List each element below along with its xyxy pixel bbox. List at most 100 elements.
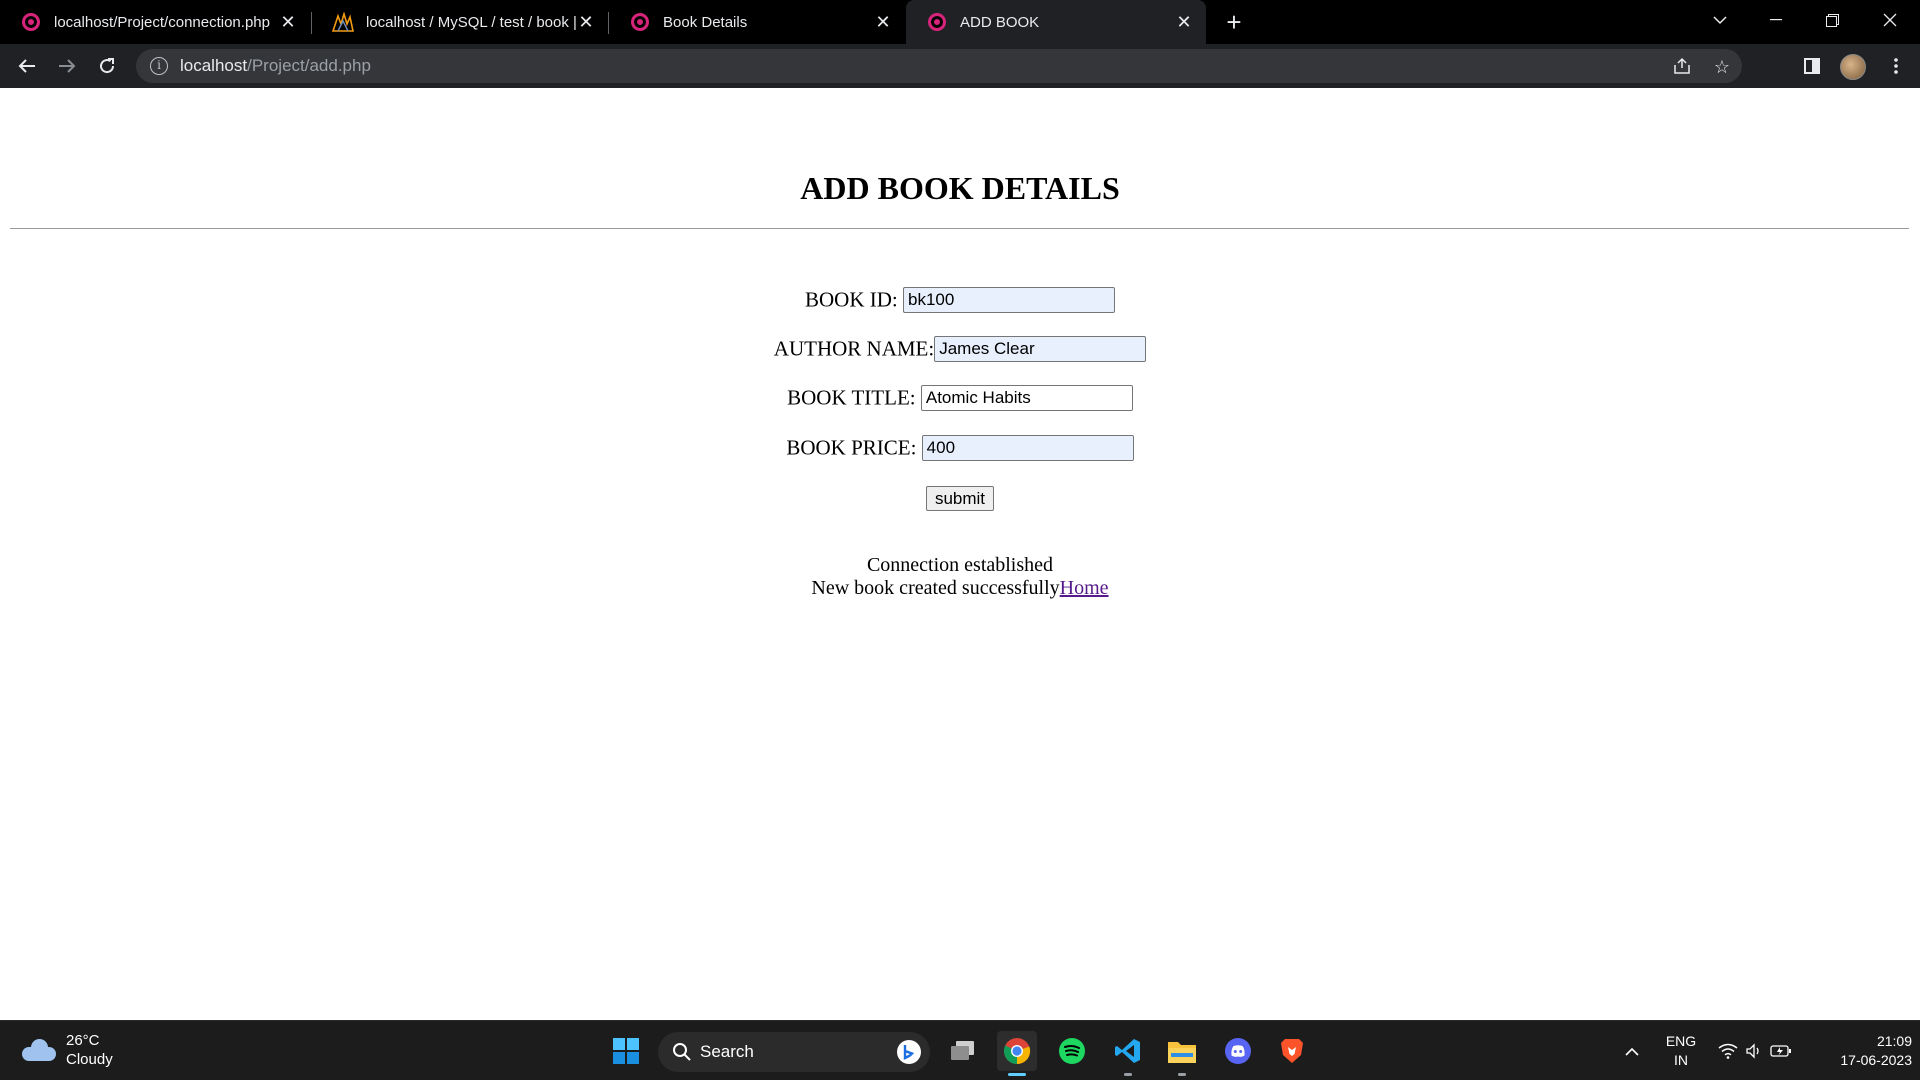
running-indicator (1178, 1073, 1186, 1076)
book-title-label: BOOK TITLE: (787, 385, 916, 410)
wamp-icon (631, 13, 649, 31)
weather-widget[interactable]: 26°C Cloudy (22, 1031, 113, 1069)
clock-time: 21:09 (1876, 1033, 1912, 1049)
wamp-icon (22, 13, 40, 31)
tab-strip: localhost/Project/connection.php ✕ local… (0, 0, 1920, 44)
submit-button[interactable]: submit (926, 486, 994, 511)
language-line-2: IN (1674, 1052, 1688, 1068)
home-link[interactable]: Home (1060, 577, 1109, 599)
side-panel-icon (1804, 58, 1820, 74)
book-price-input[interactable] (921, 435, 1134, 462)
close-icon[interactable]: ✕ (873, 12, 893, 32)
author-name-label: AUTHOR NAME: (773, 336, 935, 361)
weather-temp: 26°C (66, 1032, 100, 1049)
clock[interactable]: 21:09 17-06-2023 (1808, 1032, 1912, 1070)
book-id-row: BOOK ID: (0, 286, 1920, 314)
vscode-taskbar-button[interactable] (1108, 1031, 1148, 1071)
bing-icon[interactable] (896, 1039, 922, 1065)
spotify-taskbar-button[interactable] (1052, 1031, 1092, 1071)
share-icon[interactable] (1672, 57, 1692, 77)
vscode-icon (1115, 1039, 1140, 1063)
page-title: ADD BOOK DETAILS (800, 170, 1120, 206)
address-bar[interactable]: i localhost/Project/add.php ☆ (136, 49, 1742, 83)
start-button[interactable] (606, 1031, 646, 1071)
close-icon[interactable]: ✕ (1174, 12, 1194, 32)
reload-icon (100, 58, 115, 74)
taskbar: 26°C Cloudy Search ENG IN 21:09 17-06-20… (0, 1020, 1920, 1080)
tab-title: Book Details (663, 13, 748, 31)
book-title-row: BOOK TITLE: (0, 384, 1920, 412)
phpmyadmin-icon (332, 12, 354, 32)
more-vertical-icon (1894, 58, 1898, 74)
side-panel-button[interactable] (1796, 50, 1828, 82)
book-id-label: BOOK ID: (805, 287, 898, 312)
tab-phpmyadmin[interactable]: localhost / MySQL / test / book | ✕ (312, 0, 608, 44)
wamp-icon (928, 13, 946, 31)
book-title-input[interactable] (920, 385, 1133, 412)
task-view-icon (951, 1041, 974, 1060)
show-hidden-icons-button[interactable] (1612, 1031, 1652, 1071)
language-line-1: ENG (1665, 1033, 1697, 1049)
folder-icon (1168, 1042, 1196, 1063)
book-id-input[interactable] (903, 287, 1115, 314)
tab-title: localhost/Project/connection.php (54, 13, 270, 31)
success-text: New book created successfully (811, 577, 1060, 599)
battery-icon (1770, 1045, 1791, 1057)
arrow-left-icon (18, 59, 35, 73)
brave-icon (1281, 1039, 1303, 1063)
spotify-icon (1059, 1038, 1085, 1064)
restore-button[interactable] (1804, 0, 1860, 40)
chrome-icon (1003, 1038, 1031, 1065)
tab-search-button[interactable] (1692, 0, 1748, 40)
tab-add-book[interactable]: ADD BOOK ✕ (906, 0, 1206, 44)
tab-connection[interactable]: localhost/Project/connection.php ✕ (0, 0, 310, 44)
close-window-button[interactable] (1862, 0, 1918, 40)
menu-button[interactable] (1880, 50, 1912, 82)
author-name-row: AUTHOR NAME: (0, 335, 1920, 363)
language-indicator[interactable]: ENG IN (1660, 1032, 1702, 1070)
discord-icon (1225, 1038, 1251, 1064)
forward-button[interactable] (51, 50, 83, 82)
browser-toolbar: i localhost/Project/add.php ☆ (0, 44, 1920, 88)
system-tray-quick-settings[interactable] (1710, 1031, 1800, 1071)
chevron-up-icon (1625, 1047, 1639, 1056)
running-indicator (1124, 1073, 1132, 1076)
cloud-icon (22, 1039, 56, 1061)
new-tab-button[interactable]: + (1220, 8, 1248, 36)
discord-taskbar-button[interactable] (1218, 1031, 1258, 1071)
address-path: /Project/add.php (247, 56, 371, 75)
wifi-icon (1718, 1043, 1738, 1059)
chrome-taskbar-button[interactable] (997, 1031, 1037, 1071)
divider (10, 228, 1909, 229)
search-label: Search (700, 1042, 754, 1061)
arrow-right-icon (59, 59, 76, 73)
minimize-icon (1770, 19, 1782, 21)
file-explorer-taskbar-button[interactable] (1162, 1031, 1202, 1071)
author-name-input[interactable] (934, 336, 1147, 363)
search-icon (673, 1043, 691, 1061)
reload-button[interactable] (91, 50, 123, 82)
page-content: ADD BOOK DETAILS BOOK ID: AUTHOR NAME: B… (0, 88, 1920, 1020)
close-icon[interactable]: ✕ (576, 12, 596, 32)
taskbar-search[interactable]: Search (658, 1032, 930, 1072)
tab-title: localhost / MySQL / test / book | (366, 13, 576, 31)
clock-date: 17-06-2023 (1840, 1052, 1912, 1068)
book-price-label: BOOK PRICE: (786, 435, 917, 460)
active-indicator (1008, 1073, 1026, 1076)
connection-message: Connection established (866, 554, 1054, 576)
task-view-button[interactable] (943, 1031, 983, 1071)
restore-icon (1825, 13, 1839, 27)
weather-condition: Cloudy (66, 1051, 113, 1068)
close-icon (1883, 13, 1897, 27)
chevron-down-icon (1713, 15, 1727, 24)
volume-icon (1746, 1043, 1759, 1059)
success-message: New book created successfullyHome (0, 577, 1920, 600)
back-button[interactable] (11, 50, 43, 82)
info-icon[interactable]: i (150, 57, 168, 75)
bookmark-star-icon[interactable]: ☆ (1712, 57, 1732, 77)
brave-taskbar-button[interactable] (1272, 1031, 1312, 1071)
tab-book-details[interactable]: Book Details ✕ (609, 0, 905, 44)
minimize-button[interactable] (1748, 0, 1804, 40)
close-icon[interactable]: ✕ (278, 12, 298, 32)
profile-avatar[interactable] (1840, 54, 1866, 80)
